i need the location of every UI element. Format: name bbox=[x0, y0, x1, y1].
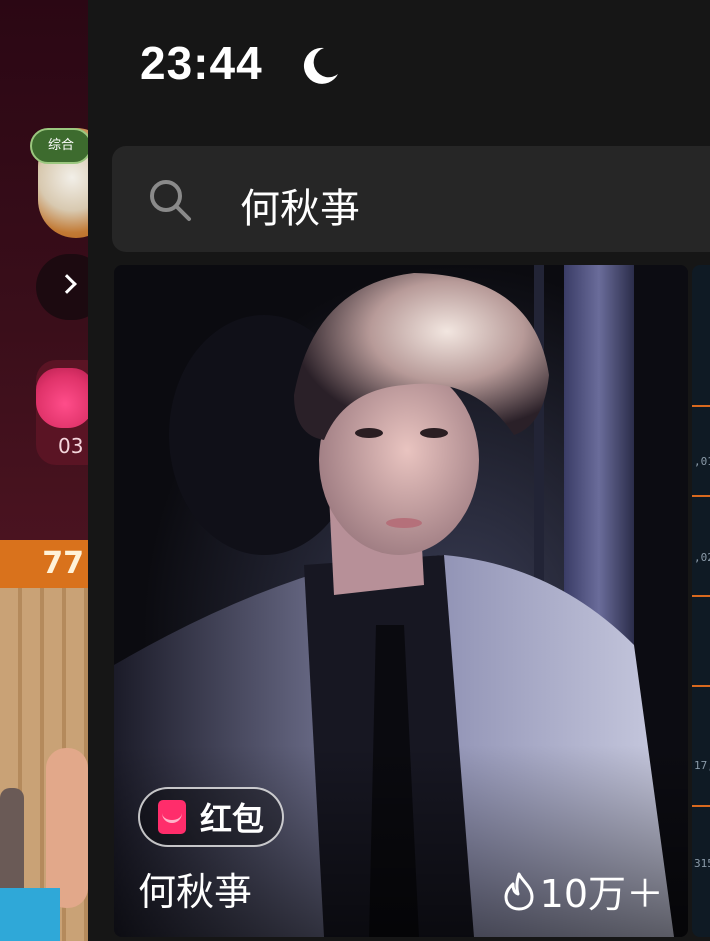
search-icon bbox=[150, 180, 191, 221]
peek-text-3: 17, bbox=[694, 759, 710, 772]
gift-timer: 03 bbox=[58, 434, 84, 458]
peek-text-2: ,02 bbox=[694, 551, 710, 564]
chevron-right-icon bbox=[57, 274, 77, 294]
chart-line bbox=[692, 595, 710, 597]
result-card[interactable]: 红包 何秋亊 10万＋ bbox=[114, 265, 688, 937]
gift-bag-widget[interactable]: 03 bbox=[36, 360, 88, 465]
banner-number: 77 bbox=[0, 540, 88, 588]
chart-line bbox=[692, 495, 710, 497]
heat-count: 10万＋ bbox=[539, 872, 664, 916]
search-bar[interactable]: 何秋亊 bbox=[112, 146, 710, 252]
background-app: 综合 03 77 bbox=[0, 0, 88, 941]
chart-line bbox=[692, 805, 710, 807]
moon-icon bbox=[303, 47, 338, 84]
next-result-card[interactable]: ,01 ,02 17, 315 bbox=[692, 265, 710, 937]
search-input[interactable]: 何秋亊 bbox=[240, 176, 360, 234]
chart-line bbox=[692, 405, 710, 407]
avatar-badge: 综合 bbox=[30, 128, 88, 164]
peek-text-1: ,01 bbox=[694, 455, 710, 468]
flame-icon bbox=[504, 872, 534, 910]
background-video bbox=[0, 588, 88, 941]
red-packet-badge[interactable]: 红包 bbox=[138, 787, 285, 847]
status-time: 23:44 bbox=[140, 37, 263, 89]
hand-shape bbox=[46, 748, 88, 908]
search-panel: 23:44 何秋亊 红包 何秋亊 10万＋ ,0 ,0 17 31 bbox=[88, 0, 710, 941]
card-title: 何秋亊 bbox=[138, 870, 253, 914]
gift-bag-icon bbox=[36, 368, 88, 428]
red-packet-icon bbox=[158, 800, 186, 834]
chart-line bbox=[692, 685, 710, 687]
peek-text-4: 315 bbox=[694, 857, 710, 870]
shirt-shape bbox=[0, 888, 60, 941]
heat-indicator: 10万＋ bbox=[502, 863, 664, 918]
red-packet-label: 红包 bbox=[200, 800, 265, 838]
